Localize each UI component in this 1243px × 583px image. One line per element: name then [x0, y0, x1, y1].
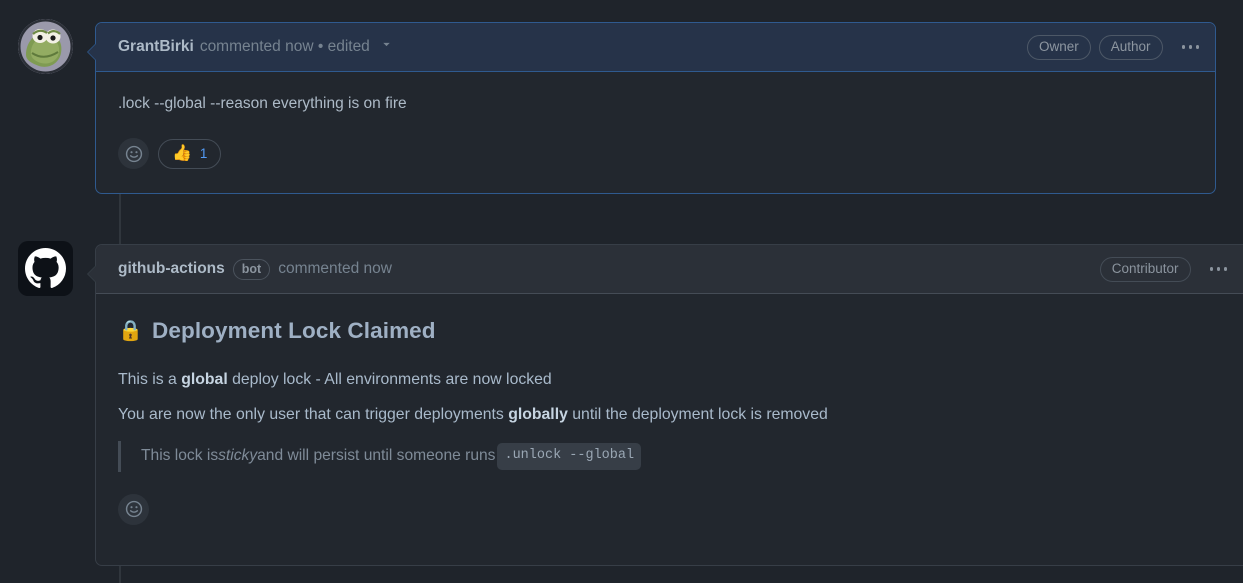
- comment-author[interactable]: github-actions: [118, 260, 225, 278]
- kebab-dot: [1195, 45, 1199, 49]
- markdown-heading: 🔒 Deployment Lock Claimed: [118, 314, 1221, 349]
- markdown-paragraph: You are now the only user that can trigg…: [118, 406, 1221, 425]
- avatar[interactable]: [18, 241, 73, 296]
- thread-connector-line-upper: [119, 193, 121, 245]
- comment-body: .lock --global --reason everything is on…: [96, 72, 1215, 116]
- paragraph-bold: global: [181, 370, 228, 388]
- kebab-dot: [1223, 267, 1227, 271]
- comment-menu-button[interactable]: [1208, 263, 1230, 275]
- inline-code: .unlock --global: [497, 442, 642, 470]
- comment-caret-fill: [88, 265, 97, 283]
- reactions-bar: [96, 493, 1243, 525]
- reactions-bar: 👍 1: [96, 138, 1215, 170]
- quote-italic: sticky: [218, 447, 258, 465]
- comment-card: GrantBirki commented now • edited Owner …: [87, 22, 1216, 194]
- smiley-icon: [125, 145, 142, 162]
- thread-connector-line-lower: [119, 566, 121, 583]
- badge-owner: Owner: [1026, 34, 1091, 60]
- kebab-dot: [1216, 267, 1220, 271]
- comment-card: github-actions bot commented now Contrib…: [87, 244, 1243, 566]
- paragraph-text: deploy lock - All environments are now l…: [227, 370, 552, 388]
- kebab-dot: [1181, 45, 1185, 49]
- paragraph-text: You are now the only user that can trigg…: [118, 405, 509, 423]
- smiley-icon: [125, 501, 142, 518]
- comment-text: .lock --global --reason everything is on…: [118, 95, 407, 112]
- markdown-blockquote: This lock is sticky and will persist unt…: [118, 440, 1221, 472]
- comment-caret-fill: [88, 43, 97, 61]
- thumbs-up-emoji: 👍: [172, 144, 192, 162]
- comment-header: github-actions bot commented now Contrib…: [96, 245, 1243, 294]
- comment-menu-button[interactable]: [1180, 41, 1202, 53]
- lock-emoji: 🔒: [118, 320, 144, 343]
- badge-author: Author: [1098, 34, 1163, 60]
- comment-header: GrantBirki commented now • edited Owner …: [96, 23, 1215, 72]
- github-octocat-avatar: [25, 248, 66, 288]
- kebab-dot: [1188, 45, 1192, 49]
- quote-text: and will persist until someone runs: [257, 447, 496, 465]
- paragraph-text: until the deployment lock is removed: [567, 405, 828, 423]
- comment-timestamp: commented now • edited: [199, 38, 370, 55]
- comment-body: 🔒 Deployment Lock Claimed This is a glob…: [96, 294, 1243, 472]
- quote-text: This lock is: [141, 447, 219, 465]
- paragraph-text: This is a: [118, 370, 182, 388]
- comment-author[interactable]: GrantBirki: [118, 38, 194, 56]
- add-reaction-button[interactable]: [118, 493, 149, 525]
- kebab-dot: [1209, 267, 1213, 271]
- kermit-avatar: [18, 19, 73, 74]
- reaction-thumbs-up[interactable]: 👍 1: [158, 138, 222, 169]
- comment-timestamp: commented now: [278, 260, 392, 277]
- avatar[interactable]: [18, 19, 73, 74]
- badge-bot: bot: [232, 258, 271, 280]
- add-reaction-button[interactable]: [118, 138, 149, 170]
- badge-contributor: Contributor: [1099, 256, 1191, 282]
- chevron-down-icon[interactable]: [380, 38, 393, 56]
- markdown-paragraph: This is a global deploy lock - All envir…: [118, 371, 1221, 390]
- markdown-heading-text: Deployment Lock Claimed: [152, 318, 436, 343]
- reaction-count: 1: [199, 146, 208, 162]
- issue-comment-thread: GrantBirki commented now • edited Owner …: [0, 0, 1243, 583]
- paragraph-bold: globally: [508, 405, 568, 423]
